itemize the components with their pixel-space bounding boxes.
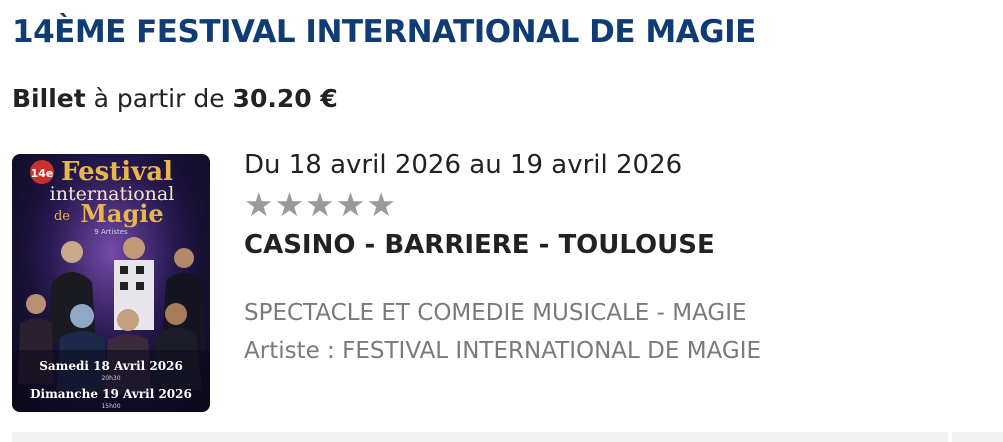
event-poster[interactable]: 14e Festival international de Magie 9 Ar… (12, 154, 210, 412)
poster-date2: Dimanche 19 Avril 2026 (30, 387, 192, 401)
poster-line4: Magie (80, 199, 163, 228)
poster-time1: 20h30 (101, 375, 120, 382)
event-artist: Artiste : FESTIVAL INTERNATIONAL DE MAGI… (244, 338, 762, 364)
poster-date1: Samedi 18 Avril 2026 (39, 359, 183, 373)
poster-edition: 14e (31, 167, 54, 180)
price-line: Billet à partir de 30.20 € (12, 84, 338, 113)
event-category: SPECTACLE ET COMEDIE MUSICALE - MAGIE (244, 300, 747, 326)
next-section-divider-right (952, 432, 1003, 442)
event-dates: Du 18 avril 2026 au 19 avril 2026 (244, 150, 683, 180)
price-middle: à partir de (93, 84, 225, 113)
poster-line3: de (54, 209, 70, 224)
price-prefix: Billet (12, 84, 86, 113)
poster-artwork: 14e Festival international de Magie 9 Ar… (12, 154, 210, 412)
poster-time2: 15h00 (101, 403, 120, 410)
price-value: 30.20 € (232, 84, 338, 113)
event-details: Du 18 avril 2026 au 19 avril 2026 ★★★★★ … (244, 150, 761, 364)
event-title[interactable]: 14ÈME FESTIVAL INTERNATIONAL DE MAGIE (12, 14, 756, 50)
poster-artists-note: 9 Artistes (94, 228, 128, 236)
event-venue[interactable]: CASINO - BARRIERE - TOULOUSE (244, 230, 761, 260)
rating-stars-icon[interactable]: ★★★★★ (244, 186, 761, 224)
next-section-divider (12, 432, 948, 442)
